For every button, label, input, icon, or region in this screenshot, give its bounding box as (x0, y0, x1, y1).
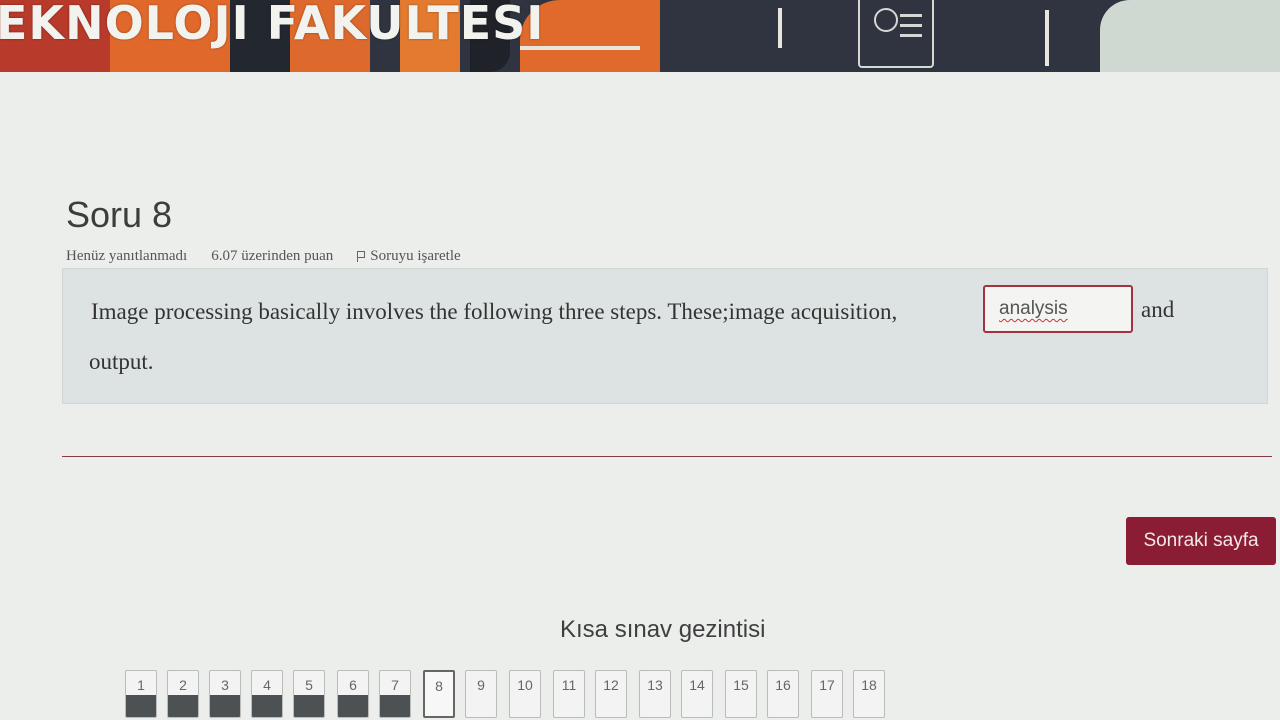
quiz-nav-question-2[interactable]: 2 (167, 670, 199, 718)
quiz-navigation-title: Kısa sınav gezintisi (560, 616, 766, 643)
section-divider (62, 456, 1272, 457)
quiz-nav-question-5[interactable]: 5 (293, 670, 325, 718)
quiz-nav-number: 9 (477, 677, 485, 693)
quiz-nav-number: 16 (775, 677, 791, 693)
banner-title: EKNOLOJI FAKULTESI (0, 0, 545, 50)
flag-question-label: Soruyu işaretle (370, 247, 461, 264)
quiz-nav-question-7[interactable]: 7 (379, 670, 411, 718)
certificate-seal-icon (874, 8, 898, 32)
quiz-nav-number: 17 (819, 677, 835, 693)
question-text-box: Image processing basically involves the … (62, 268, 1268, 404)
certificate-icon (858, 0, 934, 68)
quiz-nav-question-3[interactable]: 3 (209, 670, 241, 718)
quiz-nav-question-11[interactable]: 11 (553, 670, 585, 718)
banner-road-dash-3 (1045, 10, 1049, 66)
quiz-nav-question-14[interactable]: 14 (681, 670, 713, 718)
quiz-nav-question-4[interactable]: 4 (251, 670, 283, 718)
next-page-button[interactable]: Sonraki sayfa (1126, 517, 1276, 565)
quiz-nav-number: 5 (305, 677, 313, 693)
quiz-nav-number: 14 (689, 677, 705, 693)
quiz-nav-question-12[interactable]: 12 (595, 670, 627, 718)
quiz-nav-number: 13 (647, 677, 663, 693)
quiz-nav-question-16[interactable]: 16 (767, 670, 799, 718)
quiz-nav-number: 11 (561, 677, 577, 693)
question-text-line2: output. (89, 349, 154, 374)
quiz-nav-number: 3 (221, 677, 229, 693)
question-title: Soru 8 (66, 194, 173, 235)
quiz-nav-number: 2 (179, 677, 187, 693)
quiz-nav-number: 1 (137, 677, 145, 693)
quiz-nav-question-8[interactable]: 8 (423, 670, 455, 718)
quiz-nav-number: 6 (349, 677, 357, 693)
question-info: Henüz yanıtlanmadı 6.07 üzerinden puan S… (66, 247, 461, 265)
quiz-nav-question-18[interactable]: 18 (853, 670, 885, 718)
flag-question-link[interactable]: Soruyu işaretle (357, 247, 461, 265)
quiz-nav-question-13[interactable]: 13 (639, 670, 671, 718)
flag-icon (357, 250, 366, 262)
banner-road-dash-2 (778, 8, 782, 48)
quiz-nav-question-9[interactable]: 9 (465, 670, 497, 718)
quiz-nav-question-1[interactable]: 1 (125, 670, 157, 718)
quiz-nav-question-6[interactable]: 6 (337, 670, 369, 718)
quiz-nav-number: 15 (733, 677, 749, 693)
answer-input[interactable]: analysis (983, 285, 1133, 333)
quiz-nav-question-15[interactable]: 15 (725, 670, 757, 718)
quiz-nav-number: 4 (263, 677, 271, 693)
banner-light-shape (1100, 0, 1280, 72)
quiz-nav-question-17[interactable]: 17 (811, 670, 843, 718)
quiz-nav-number: 7 (391, 677, 399, 693)
question-points: 6.07 üzerinden puan (211, 247, 334, 264)
quiz-nav-number: 8 (435, 678, 443, 694)
question-text-after: and (1141, 297, 1175, 322)
question-text: Image processing basically involves the … (91, 299, 898, 324)
question-status: Henüz yanıtlanmadı (66, 247, 188, 264)
quiz-nav-number: 10 (517, 677, 533, 693)
faculty-banner: EKNOLOJI FAKULTESI (0, 0, 1280, 72)
quiz-nav-number: 18 (861, 677, 877, 693)
quiz-nav-number: 12 (603, 677, 619, 693)
quiz-nav-question-10[interactable]: 10 (509, 670, 541, 718)
